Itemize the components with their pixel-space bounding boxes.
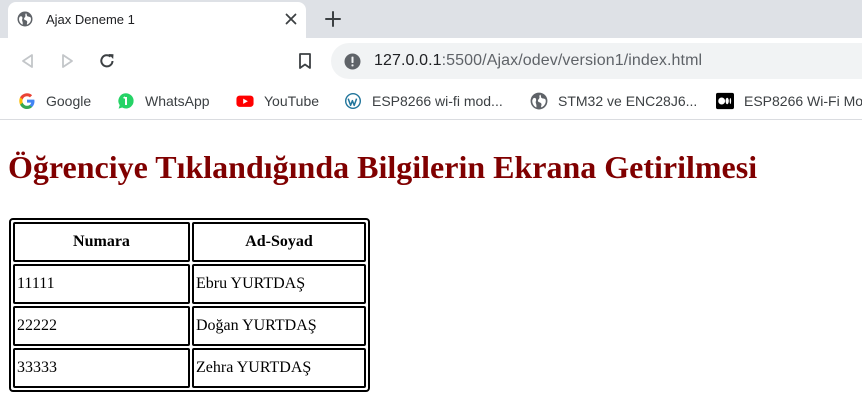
bookmarks-bar: Google WhatsApp YouTube ESP8266 wi-fi mo… xyxy=(0,84,862,120)
student-number-cell[interactable]: 22222 xyxy=(13,306,190,346)
forward-arrow-icon[interactable] xyxy=(57,51,77,71)
table-row[interactable]: 33333 Zehra YURTDAŞ xyxy=(13,348,366,388)
url-path: :5500/Ajax/odev/version1/index.html xyxy=(441,52,703,69)
whatsapp-icon xyxy=(118,93,134,109)
tab-strip: Ajax Deneme 1 xyxy=(0,0,862,38)
globe-icon xyxy=(17,11,33,27)
bookmark-icon[interactable] xyxy=(295,51,315,71)
youtube-icon xyxy=(236,95,254,107)
wordpress-icon xyxy=(345,93,361,109)
table-header-row: Numara Ad-Soyad xyxy=(13,222,366,262)
globe-icon xyxy=(530,92,548,110)
student-name-cell[interactable]: Zehra YURTDAŞ xyxy=(192,348,366,388)
bookmark-label: ESP8266 wi-fi mod... xyxy=(372,93,503,109)
table-row[interactable]: 11111 Ebru YURTDAŞ xyxy=(13,264,366,304)
page-title: Öğrenciye Tıklandığında Bilgilerin Ekran… xyxy=(8,149,758,185)
bookmark-esp8266-wifi-module[interactable]: ESP8266 Wi-Fi Mo xyxy=(716,84,862,118)
student-number-cell[interactable]: 33333 xyxy=(13,348,190,388)
bookmark-label: STM32 ve ENC28J6... xyxy=(558,93,698,109)
bookmark-label: WhatsApp xyxy=(145,93,210,109)
bookmark-esp8266-wifi-mod[interactable]: ESP8266 wi-fi mod... xyxy=(344,84,503,118)
browser-toolbar: 127.0.0.1:5500/Ajax/odev/version1/index.… xyxy=(0,38,862,84)
url-text[interactable]: 127.0.0.1:5500/Ajax/odev/version1/index.… xyxy=(374,52,702,70)
student-name-cell[interactable]: Doğan YURTDAŞ xyxy=(192,306,366,346)
student-name-cell[interactable]: Ebru YURTDAŞ xyxy=(192,264,366,304)
address-bar[interactable]: 127.0.0.1:5500/Ajax/odev/version1/index.… xyxy=(331,43,862,79)
bookmark-google[interactable]: Google xyxy=(18,84,91,118)
close-icon[interactable] xyxy=(283,11,299,27)
bookmark-whatsapp[interactable]: WhatsApp xyxy=(117,84,210,118)
medium-icon xyxy=(716,92,734,110)
tab-title: Ajax Deneme 1 xyxy=(46,12,135,27)
bookmark-stm32-enc28j6[interactable]: STM32 ve ENC28J6... xyxy=(530,84,697,118)
bookmark-label: YouTube xyxy=(264,93,320,109)
table-row[interactable]: 22222 Doğan YURTDAŞ xyxy=(13,306,366,346)
column-header-ad-soyad: Ad-Soyad xyxy=(192,222,366,262)
new-tab-plus-icon[interactable] xyxy=(322,8,344,30)
student-number-cell[interactable]: 11111 xyxy=(13,264,190,304)
bookmark-label: Google xyxy=(46,93,92,109)
student-table: Numara Ad-Soyad 11111 Ebru YURTDAŞ 22222… xyxy=(9,218,370,392)
url-host: 127.0.0.1 xyxy=(374,52,442,69)
column-header-numara: Numara xyxy=(13,222,190,262)
reload-icon[interactable] xyxy=(97,51,117,71)
bookmark-youtube[interactable]: YouTube xyxy=(236,84,319,118)
browser-tab[interactable]: Ajax Deneme 1 xyxy=(8,2,306,38)
info-icon[interactable] xyxy=(344,53,361,70)
google-icon xyxy=(19,93,35,109)
page-content: Öğrenciye Tıklandığında Bilgilerin Ekran… xyxy=(0,121,862,403)
bookmark-label: ESP8266 Wi-Fi Mo xyxy=(744,93,862,109)
back-arrow-icon[interactable] xyxy=(18,51,38,71)
